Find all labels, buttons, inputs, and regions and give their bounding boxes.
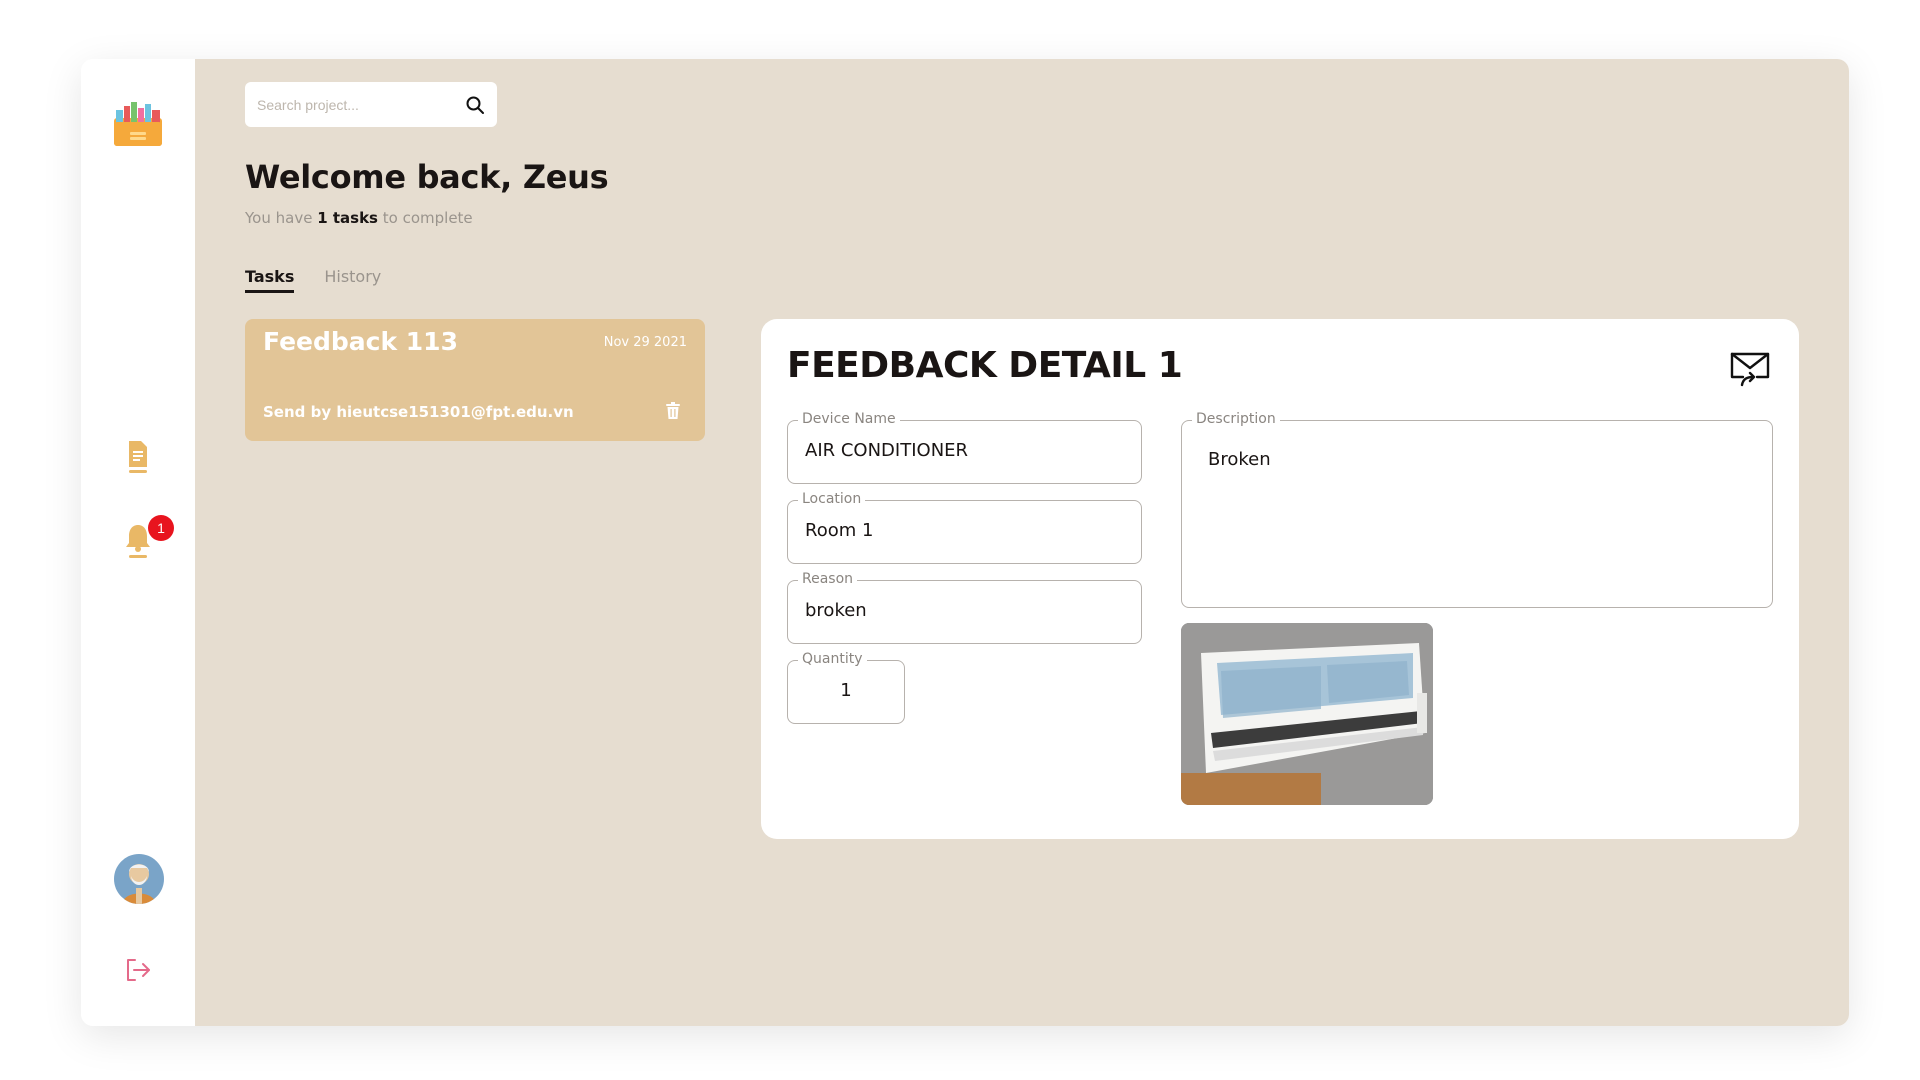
subtitle-suffix: to complete [378, 209, 473, 227]
search-input[interactable]: Search project... [257, 97, 465, 113]
device-name-value: AIR CONDITIONER [805, 440, 969, 461]
sidebar: 1 [81, 59, 195, 1026]
tab-tasks[interactable]: Tasks [245, 267, 295, 293]
main-content: Search project... Welcome back, Zeus You… [195, 59, 1849, 1026]
bell-icon[interactable]: 1 [124, 515, 174, 561]
trash-icon[interactable] [665, 402, 681, 420]
description-value: Broken [1208, 449, 1271, 470]
task-title: Feedback 113 [263, 327, 458, 356]
quantity-field[interactable]: Quantity 1 [787, 651, 905, 724]
task-summary: You have 1 tasks to complete [245, 209, 473, 227]
description-label: Description [1192, 411, 1280, 427]
tab-bar: Tasks History [245, 267, 381, 293]
location-label: Location [798, 491, 866, 507]
send-mail-icon[interactable] [1729, 347, 1771, 389]
detail-title: FEEDBACK DETAIL 1 [787, 345, 1183, 386]
subtitle-prefix: You have [245, 209, 318, 227]
feedback-detail-panel: FEEDBACK DETAIL 1 Device Name AIR CONDIT… [761, 319, 1799, 839]
task-date: Nov 29 2021 [603, 335, 687, 350]
device-name-label: Device Name [798, 411, 900, 427]
location-field[interactable]: Location Room 1 [787, 491, 1142, 564]
device-photo[interactable] [1181, 623, 1433, 805]
tab-history[interactable]: History [324, 267, 381, 293]
task-card[interactable]: Feedback 113 Nov 29 2021 Send by hieutcs… [245, 319, 705, 441]
location-value: Room 1 [805, 520, 874, 541]
device-name-field[interactable]: Device Name AIR CONDITIONER [787, 411, 1142, 484]
description-field[interactable]: Description Broken [1181, 411, 1773, 608]
app-frame: 1 Search project... Welcome back, Zeus Y… [81, 59, 1849, 1026]
subtitle-count: 1 tasks [317, 209, 378, 227]
reason-label: Reason [798, 571, 858, 587]
quantity-value: 1 [840, 680, 852, 701]
avatar[interactable] [114, 854, 164, 904]
search-icon[interactable] [465, 95, 485, 115]
reason-field[interactable]: Reason broken [787, 571, 1142, 644]
toolbox-logo-icon[interactable] [112, 96, 164, 148]
reason-value: broken [805, 600, 867, 621]
task-sender: Send by hieutcse151301@fpt.edu.vn [263, 403, 574, 421]
document-icon[interactable] [124, 437, 152, 477]
notification-badge: 1 [148, 515, 174, 541]
quantity-label: Quantity [798, 651, 867, 667]
logout-icon[interactable] [124, 956, 152, 984]
search-bar[interactable]: Search project... [245, 82, 497, 127]
page-title: Welcome back, Zeus [245, 158, 609, 196]
